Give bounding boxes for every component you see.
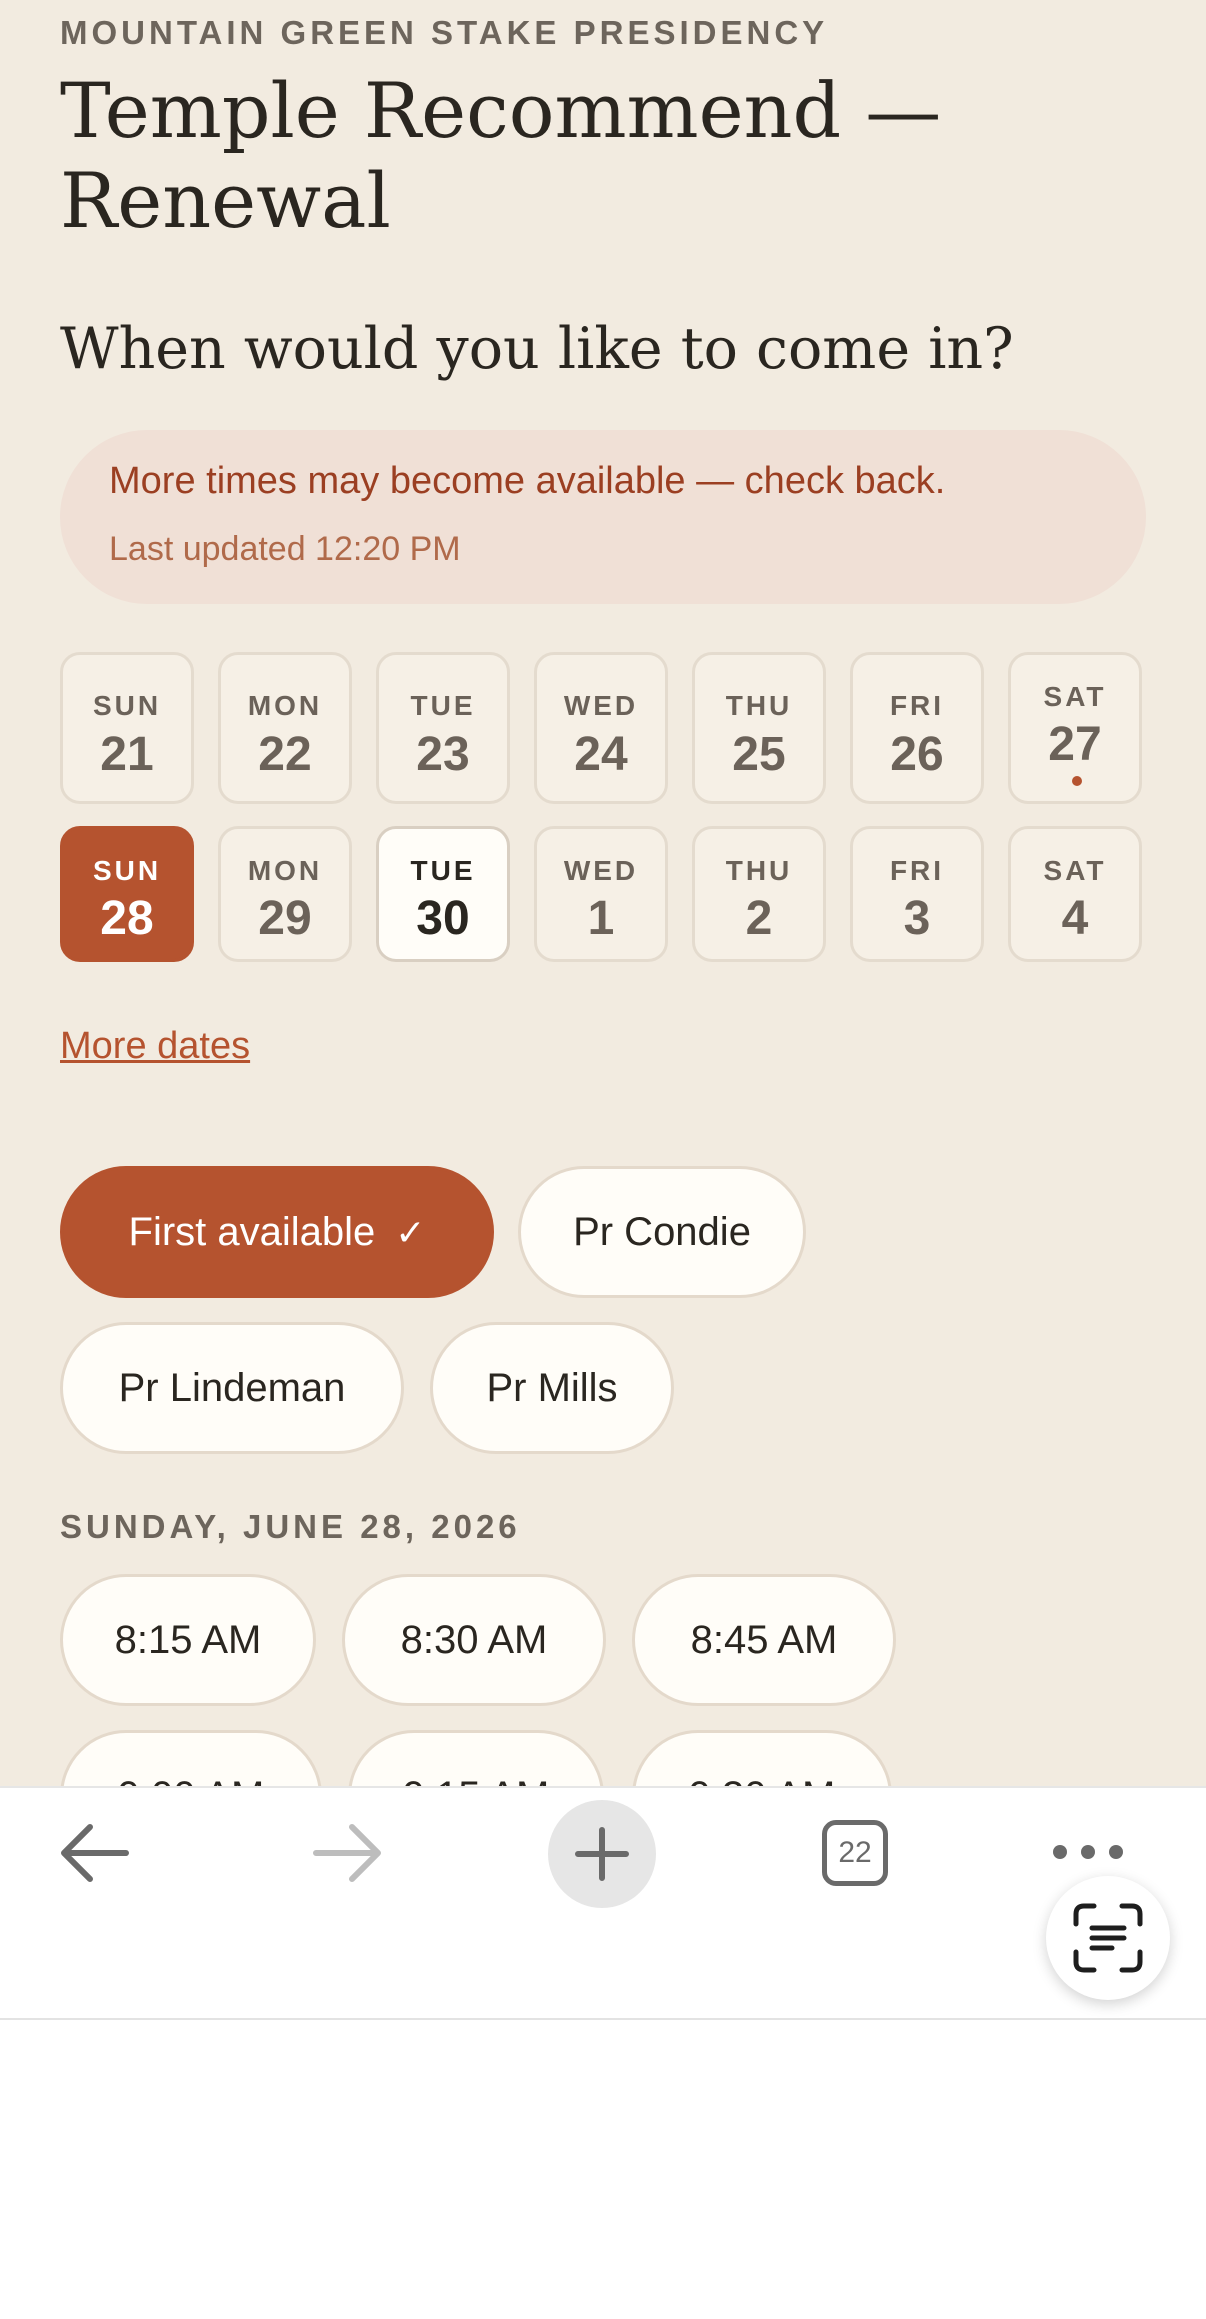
back-arrow-icon[interactable]: [56, 1820, 132, 1886]
date-cell[interactable]: WED 24: [534, 652, 668, 804]
date-cell-with-availability[interactable]: SAT 27: [1008, 652, 1142, 804]
date-cell[interactable]: SUN 21: [60, 652, 194, 804]
day-number: 26: [890, 728, 944, 781]
chip-label: First available: [128, 1210, 376, 1254]
more-dates-link[interactable]: More dates: [60, 1025, 250, 1068]
schedule-question: When would you like to come in?: [60, 316, 1014, 382]
plus-icon: [575, 1827, 629, 1881]
day-number: 27: [1048, 718, 1102, 771]
weekday-label: SUN: [92, 855, 162, 886]
date-cell-selected[interactable]: SUN 28: [60, 826, 194, 962]
provider-chip-lindeman[interactable]: Pr Lindeman: [60, 1322, 404, 1454]
new-tab-button[interactable]: [548, 1800, 656, 1908]
date-cell-today[interactable]: TUE 30: [376, 826, 510, 962]
provider-chip-condie[interactable]: Pr Condie: [518, 1166, 806, 1298]
day-number: 4: [1061, 892, 1089, 945]
title-line-2: Renewal: [60, 156, 391, 245]
availability-dot: [1072, 776, 1082, 786]
time-slot[interactable]: 9:15 AM: [348, 1730, 604, 1786]
date-cell[interactable]: MON 22: [218, 652, 352, 804]
weekday-label: SAT: [1043, 681, 1107, 712]
provider-chip-mills[interactable]: Pr Mills: [430, 1322, 674, 1454]
selected-date-heading: SUNDAY, JUNE 28, 2026: [60, 1508, 521, 1545]
more-options-icon[interactable]: [1050, 1840, 1126, 1864]
date-cell[interactable]: THU 2: [692, 826, 826, 962]
weekday-label: WED: [563, 855, 639, 886]
first-available-chip[interactable]: First available ✓: [60, 1166, 494, 1298]
date-cell[interactable]: FRI 26: [850, 652, 984, 804]
checkmark-icon: ✓: [395, 1212, 426, 1253]
browser-toolbar: 22: [0, 1786, 1206, 2020]
organization-label: MOUNTAIN GREEN STAKE PRESIDENCY: [60, 14, 829, 51]
time-slot[interactable]: 8:15 AM: [60, 1574, 316, 1706]
time-slot[interactable]: 8:30 AM: [342, 1574, 606, 1706]
date-cell[interactable]: SAT 4: [1008, 826, 1142, 962]
date-cell[interactable]: TUE 23: [376, 652, 510, 804]
day-number: 23: [416, 728, 470, 781]
day-number: 3: [903, 892, 931, 945]
weekday-label: THU: [725, 690, 793, 721]
day-number: 29: [258, 892, 312, 945]
day-number: 2: [745, 892, 773, 945]
last-updated-text: Last updated 12:20 PM: [109, 530, 461, 568]
day-number: 25: [732, 728, 786, 781]
day-number: 28: [100, 892, 154, 945]
date-cell[interactable]: MON 29: [218, 826, 352, 962]
weekday-label: FRI: [889, 690, 945, 721]
date-cell[interactable]: THU 25: [692, 652, 826, 804]
time-slot[interactable]: 9:30 AM: [632, 1730, 892, 1786]
date-cell[interactable]: WED 1: [534, 826, 668, 962]
weekday-label: SUN: [92, 690, 162, 721]
day-number: 21: [100, 728, 154, 781]
day-number: 1: [587, 892, 615, 945]
day-number: 22: [258, 728, 312, 781]
title-line-1: Temple Recommend —: [60, 66, 942, 155]
time-slot[interactable]: 8:45 AM: [632, 1574, 896, 1706]
time-slot[interactable]: 9:00 AM: [60, 1730, 322, 1786]
weekday-label: MON: [247, 855, 323, 886]
weekday-label: TUE: [410, 855, 476, 886]
availability-notice: More times may become available — check …: [60, 430, 1146, 604]
page-title: Temple Recommend — Renewal: [60, 66, 1060, 246]
tabs-count-button[interactable]: 22: [822, 1820, 888, 1886]
weekday-label: THU: [725, 855, 793, 886]
scan-text-button[interactable]: [1046, 1876, 1170, 2000]
date-cell[interactable]: FRI 3: [850, 826, 984, 962]
notice-message: More times may become available — check …: [109, 460, 946, 502]
weekday-label: SAT: [1043, 855, 1107, 886]
text-scan-icon: [1073, 1903, 1143, 1973]
booking-page: MOUNTAIN GREEN STAKE PRESIDENCY Temple R…: [0, 0, 1206, 1786]
weekday-label: MON: [247, 690, 323, 721]
forward-arrow-icon[interactable]: [310, 1820, 386, 1886]
weekday-label: WED: [563, 690, 639, 721]
weekday-label: TUE: [410, 690, 476, 721]
weekday-label: FRI: [889, 855, 945, 886]
day-number: 30: [416, 892, 470, 945]
day-number: 24: [574, 728, 628, 781]
